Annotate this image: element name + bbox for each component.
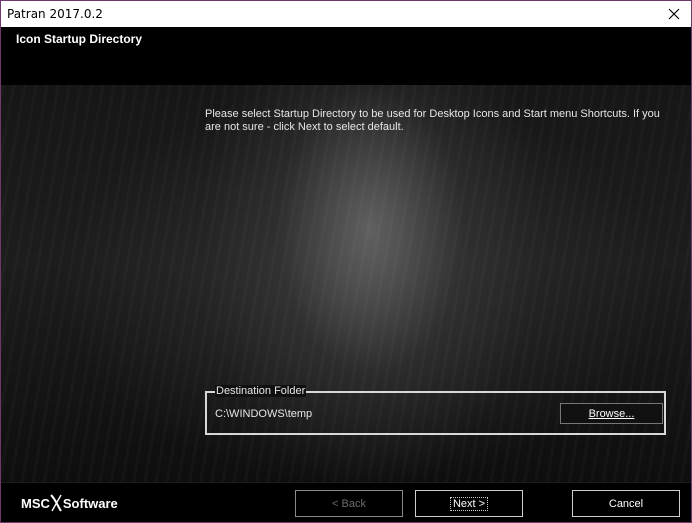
browse-button[interactable]: Browse... <box>560 403 663 424</box>
window-title: Patran 2017.0.2 <box>7 7 103 21</box>
next-button[interactable]: Next > <box>415 490 523 517</box>
logo-swoosh-icon <box>50 494 62 512</box>
cancel-button[interactable]: Cancel <box>572 490 680 517</box>
wizard-header: Icon Startup Directory <box>1 27 691 85</box>
msc-software-logo: MSC Software <box>21 493 118 513</box>
installer-window: Patran 2017.0.2 Icon Startup Directory P… <box>0 0 692 523</box>
destination-path: C:\WINDOWS\temp <box>215 408 313 420</box>
wizard-content: Please select Startup Directory to be us… <box>1 85 691 482</box>
back-button-label: < Back <box>332 497 366 510</box>
instruction-text: Please select Startup Directory to be us… <box>205 108 660 133</box>
close-icon <box>668 8 680 20</box>
close-button[interactable] <box>657 1 691 27</box>
page-heading: Icon Startup Directory <box>16 32 143 46</box>
cancel-button-label: Cancel <box>608 497 644 510</box>
wizard-footer: MSC Software < Back Next > Cancel <box>1 482 691 522</box>
browse-button-label: Browse... <box>588 407 635 420</box>
back-button[interactable]: < Back <box>295 490 403 517</box>
destination-folder-legend: Destination Folder <box>215 385 307 397</box>
title-bar: Patran 2017.0.2 <box>1 1 691 27</box>
next-button-label: Next > <box>449 496 489 511</box>
logo-text-software: Software <box>62 495 118 511</box>
logo-text-msc: MSC <box>21 495 50 511</box>
